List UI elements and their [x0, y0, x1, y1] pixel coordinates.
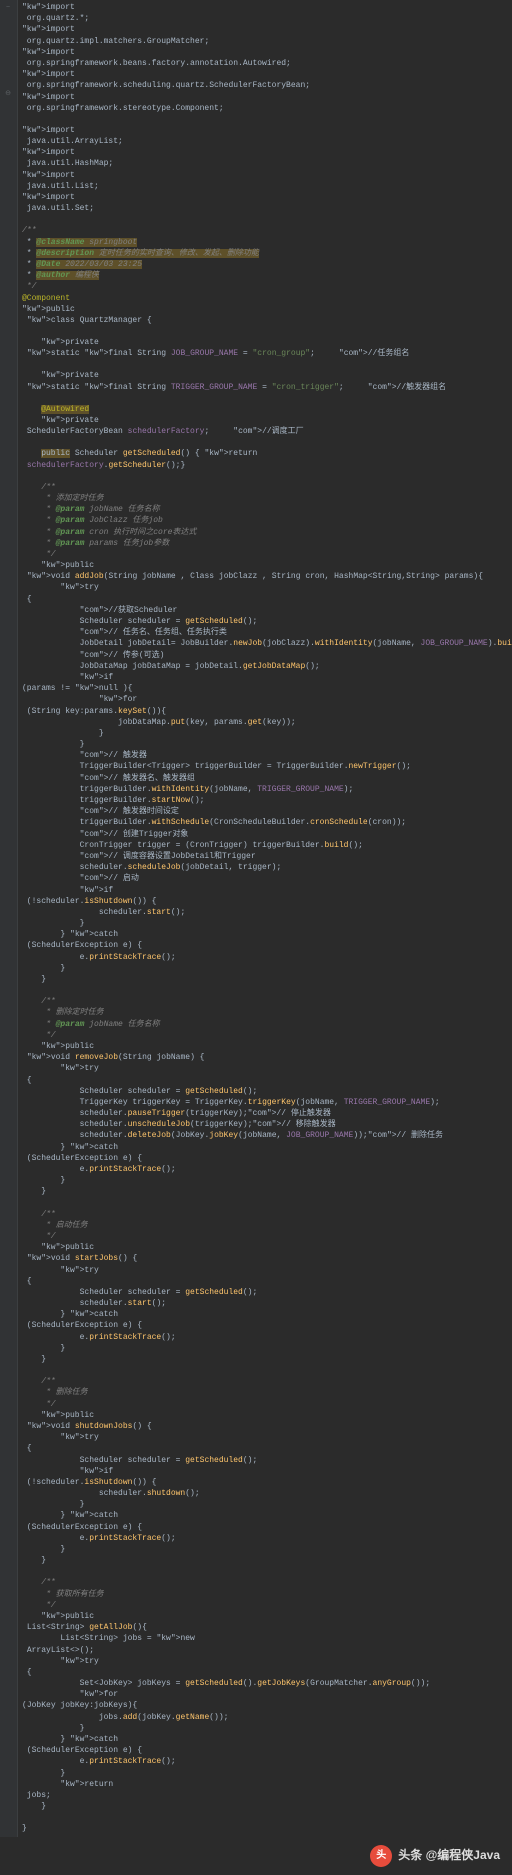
code-editor: − ⊖ "kw">import org.quartz.*;"kw">import… [0, 0, 512, 1837]
code-area[interactable]: "kw">import org.quartz.*;"kw">import org… [18, 0, 512, 1837]
watermark: 头 头条 @编程侠Java [0, 1837, 512, 1875]
logo-icon: 头 [370, 1845, 392, 1867]
fold-marker[interactable]: − [4, 4, 12, 12]
watermark-text: 头条 @编程侠Java [398, 1847, 500, 1864]
fold-marker[interactable]: ⊖ [4, 90, 12, 98]
gutter: − ⊖ [0, 0, 18, 1837]
